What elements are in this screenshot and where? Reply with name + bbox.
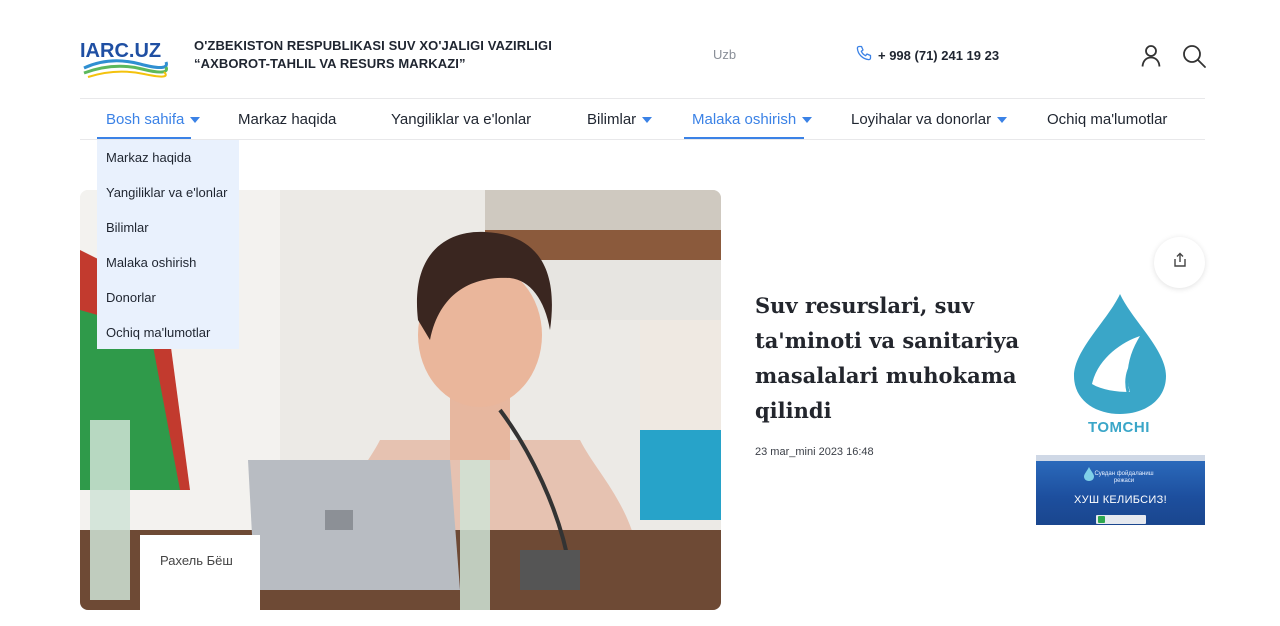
- phone-number: + 998 (71) 241 19 23: [878, 48, 1000, 63]
- nav-label: Loyihalar va donorlar: [851, 110, 992, 128]
- nav-label: Ochiq ma'lumotlar: [1047, 110, 1168, 128]
- nav-item-yangiliklar[interactable]: Yangiliklar va e'lonlar: [391, 100, 531, 138]
- banner-top-strip: [1036, 455, 1205, 461]
- dropdown-item-yangiliklar[interactable]: Yangiliklar va e'lonlar: [97, 179, 239, 214]
- header-divider: [80, 98, 1205, 99]
- news-date: 23 mar_mini 2023 16:48: [755, 446, 874, 458]
- nav-label: Bilimlar: [587, 110, 637, 128]
- share-button[interactable]: [1154, 237, 1205, 288]
- water-drop-icon: [1084, 467, 1094, 486]
- nav-item-malaka-oshirish[interactable]: Malaka oshirish: [692, 100, 813, 138]
- nav-item-bosh-sahifa[interactable]: Bosh sahifa: [106, 100, 201, 138]
- language-selector[interactable]: Uzb: [713, 47, 736, 62]
- tomchi-label: TOMCHI: [1088, 419, 1150, 436]
- nav-item-loyihalar[interactable]: Loyihalar va donorlar: [851, 100, 1008, 138]
- phone-contact[interactable]: + 998 (71) 241 19 23: [856, 45, 999, 66]
- nav-dropdown-menu: Markaz haqida Yangiliklar va e'lonlar Bi…: [97, 140, 239, 349]
- tomchi-logo[interactable]: [1070, 292, 1170, 432]
- logo-text: IARC.UZ: [80, 40, 161, 62]
- organization-title: O'ZBEKISTON RESPUBLIKASI SUV XO'JALIGI V…: [194, 37, 552, 73]
- site-logo[interactable]: IARC.UZ: [80, 36, 172, 80]
- nav-label: Markaz haqida: [238, 110, 337, 128]
- dropdown-item-ochiq-malumotlar[interactable]: Ochiq ma'lumotlar: [97, 319, 239, 354]
- nav-item-markaz-haqida[interactable]: Markaz haqida: [238, 100, 336, 138]
- nav-item-ochiq-malumotlar[interactable]: Ochiq ma'lumotlar: [1047, 100, 1167, 138]
- caret-down-icon: [642, 117, 653, 123]
- photo-nameplate: Рахель Бёш: [160, 553, 233, 568]
- news-headline[interactable]: Suv resurslari, suv ta'minoti va sanitar…: [755, 288, 1030, 428]
- banner-subtitle: Сувдан фойдаланиш режаси: [1094, 471, 1154, 484]
- nav-label: Yangiliklar va e'lonlar: [391, 110, 532, 128]
- dropdown-item-markaz-haqida[interactable]: Markaz haqida: [97, 144, 239, 179]
- nav-label: Bosh sahifa: [106, 110, 185, 128]
- caret-down-icon: [802, 117, 813, 123]
- share-icon: [1172, 252, 1188, 273]
- dropdown-item-malaka-oshirish[interactable]: Malaka oshirish: [97, 249, 239, 284]
- nav-item-bilimlar[interactable]: Bilimlar: [587, 100, 653, 138]
- banner-enter-button[interactable]: [1096, 515, 1146, 524]
- phone-icon: [856, 45, 872, 66]
- welcome-banner[interactable]: Сувдан фойдаланиш режаси ХУШ КЕЛИБСИЗ!: [1036, 455, 1205, 525]
- caret-down-icon: [190, 117, 201, 123]
- dropdown-item-donorlar[interactable]: Donorlar: [97, 284, 239, 319]
- banner-title: ХУШ КЕЛИБСИЗ!: [1074, 494, 1167, 506]
- org-title-line1: O'ZBEKISTON RESPUBLIKASI SUV XO'JALIGI V…: [194, 38, 552, 53]
- user-icon[interactable]: [1140, 44, 1162, 68]
- search-icon[interactable]: [1181, 43, 1207, 69]
- dropdown-item-bilimlar[interactable]: Bilimlar: [97, 214, 239, 249]
- org-title-line2: “AXBOROT-TAHLIL VA RESURS MARKAZI”: [194, 56, 466, 71]
- nav-label: Malaka oshirish: [692, 110, 797, 128]
- nav-divider: [80, 139, 1205, 140]
- caret-down-icon: [997, 117, 1008, 123]
